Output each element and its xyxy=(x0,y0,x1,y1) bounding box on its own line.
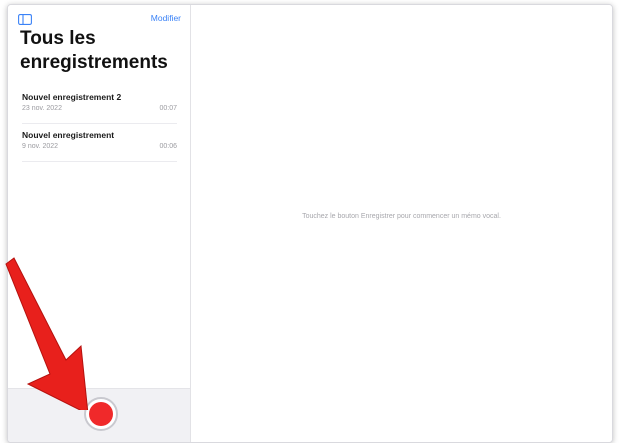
recording-duration: 00:07 xyxy=(159,105,177,112)
page-title-line-2: enregistrements xyxy=(20,52,168,73)
page-title: Tous les enregistrements xyxy=(20,27,188,75)
record-button[interactable] xyxy=(84,397,118,431)
empty-state-message: Touchez le bouton Enregistrer pour comme… xyxy=(302,213,501,220)
sidebar: Modifier Tous les enregistrements Nouvel… xyxy=(8,5,191,442)
recording-duration: 00:06 xyxy=(159,143,177,150)
edit-button[interactable]: Modifier xyxy=(151,13,181,23)
list-item[interactable]: Nouvel enregistrement 2 23 nov. 2022 00:… xyxy=(22,89,177,124)
recording-date: 9 nov. 2022 xyxy=(22,143,59,150)
detail-pane: Touchez le bouton Enregistrer pour comme… xyxy=(191,5,612,442)
record-toolbar xyxy=(8,388,190,442)
recordings-list: Nouvel enregistrement 2 23 nov. 2022 00:… xyxy=(22,89,177,162)
voice-memos-window: Modifier Tous les enregistrements Nouvel… xyxy=(7,4,613,443)
list-item[interactable]: Nouvel enregistrement 9 nov. 2022 00:06 xyxy=(22,127,177,162)
sidebar-toggle-icon xyxy=(18,13,32,25)
recording-name: Nouvel enregistrement 2 xyxy=(22,92,122,102)
record-icon xyxy=(89,402,113,426)
recording-name: Nouvel enregistrement xyxy=(22,130,115,140)
sidebar-toggle-button[interactable] xyxy=(15,11,35,27)
page-title-line-1: Tous les xyxy=(20,28,96,49)
recording-date: 23 nov. 2022 xyxy=(22,105,62,112)
